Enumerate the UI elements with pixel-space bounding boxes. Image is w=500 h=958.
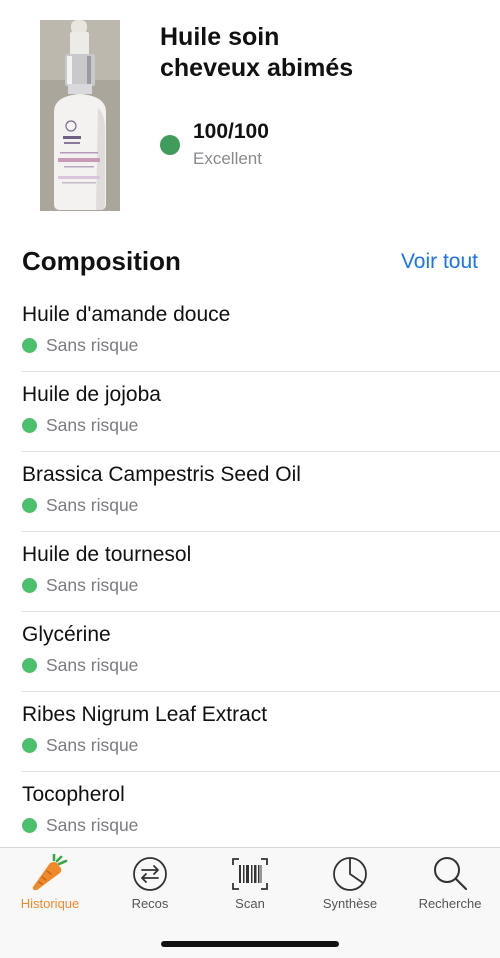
product-header: Huile soin cheveux abimés 100/100 Excell…: [0, 0, 500, 230]
status-dot: [22, 418, 37, 433]
see-all-link[interactable]: Voir tout: [401, 250, 478, 274]
ingredient-name: Huile de tournesol: [22, 543, 192, 566]
tab-synthese[interactable]: Synthèse: [300, 848, 400, 918]
ingredient-name: Huile d'amande douce: [22, 303, 231, 326]
score-label: Excellent: [193, 149, 262, 168]
ingredient-status-label: Sans risque: [46, 335, 139, 355]
tab-label: Historique: [20, 896, 80, 911]
ingredient-name: Brassica Campestris Seed Oil: [22, 463, 301, 486]
pie-chart-icon: [333, 857, 367, 891]
tab-scan[interactable]: Scan: [200, 848, 300, 918]
ingredient-status-label: Sans risque: [46, 575, 139, 595]
carrot-icon: [32, 854, 68, 891]
ingredient-status-label: Sans risque: [46, 655, 139, 675]
ingredient-row[interactable]: Huile de jojoba Sans risque: [0, 372, 500, 452]
ingredient-status-label: Sans risque: [46, 815, 139, 835]
ingredient-row[interactable]: Huile d'amande douce Sans risque: [0, 292, 500, 372]
ingredient-status-label: Sans risque: [46, 415, 139, 435]
swap-arrows-icon: [133, 857, 167, 891]
tab-historique[interactable]: Historique: [0, 848, 100, 918]
tab-label: Synthèse: [322, 896, 378, 911]
status-dot: [22, 338, 37, 353]
composition-title: Composition: [22, 246, 181, 276]
score-value: 100/100: [193, 120, 269, 143]
status-dot: [22, 818, 37, 833]
ingredient-row[interactable]: Tocopherol Sans risque: [0, 772, 500, 852]
tab-label: Scan: [235, 896, 265, 911]
serum-bottle-illustration: [40, 20, 120, 211]
tab-bar: Historique Recos Scan Synthèse Recherche: [0, 847, 500, 958]
tab-recherche[interactable]: Recherche: [400, 848, 500, 918]
tab-recos[interactable]: Recos: [100, 848, 200, 918]
score-block: 100/100 Excellent: [160, 120, 460, 172]
product-title-line1: Huile soin: [160, 23, 280, 51]
ingredient-row[interactable]: Glycérine Sans risque: [0, 612, 500, 692]
tab-label: Recos: [131, 896, 169, 911]
tab-label: Recherche: [418, 896, 482, 911]
magnifier-icon: [434, 857, 468, 891]
ingredient-row[interactable]: Brassica Campestris Seed Oil Sans risque: [0, 452, 500, 532]
score-indicator-dot: [160, 135, 180, 155]
barcode-icon: [232, 858, 268, 890]
ingredient-status-label: Sans risque: [46, 495, 139, 515]
product-title: Huile soin cheveux abimés: [160, 22, 480, 84]
ingredient-row[interactable]: Ribes Nigrum Leaf Extract Sans risque: [0, 692, 500, 772]
ingredient-status-label: Sans risque: [46, 735, 139, 755]
ingredient-name: Ribes Nigrum Leaf Extract: [22, 703, 268, 726]
ingredient-name: Huile de jojoba: [22, 383, 161, 406]
ingredient-name: Tocopherol: [22, 783, 125, 806]
product-image: [40, 20, 120, 211]
home-indicator: [161, 941, 339, 947]
status-dot: [22, 498, 37, 513]
ingredient-row[interactable]: Huile de tournesol Sans risque: [0, 532, 500, 612]
product-title-line2: cheveux abimés: [160, 54, 354, 82]
status-dot: [22, 578, 37, 593]
status-dot: [22, 658, 37, 673]
ingredient-list: Huile d'amande douce Sans risque Huile d…: [0, 292, 500, 852]
composition-header: Composition Voir tout: [22, 244, 478, 280]
ingredient-name: Glycérine: [22, 623, 111, 646]
status-dot: [22, 738, 37, 753]
